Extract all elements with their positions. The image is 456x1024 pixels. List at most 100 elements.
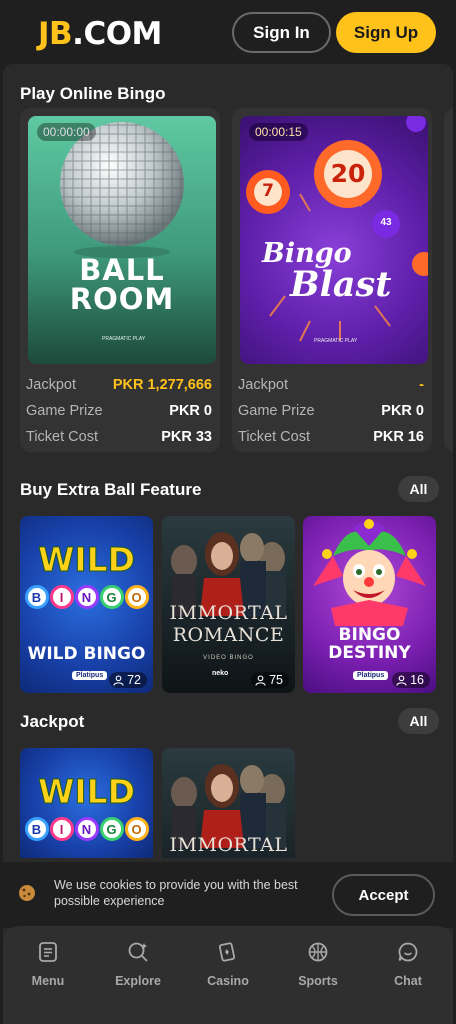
player-count-value: 72	[127, 673, 141, 687]
game-prize-label: Game Prize	[238, 403, 315, 419]
countdown-timer: 00:00:00	[37, 123, 96, 141]
chat-icon	[398, 942, 418, 962]
nav-item-sports[interactable]: Sports	[278, 940, 358, 1000]
player-count: 16	[392, 672, 430, 688]
accept-cookies-button[interactable]: Accept	[332, 874, 435, 916]
ticket-cost-row: Ticket Cost PKR 16	[238, 429, 424, 445]
countdown-timer: 00:00:15	[249, 123, 308, 141]
ticket-cost-value: PKR 33	[161, 429, 212, 445]
bingo-ball-g: G	[99, 585, 124, 609]
explore-icon	[128, 942, 148, 962]
bingo-blast-artwork: 00:00:15 20 7 43 Bingo Blast PRAGMATIC P…	[240, 116, 428, 364]
bingo-ball-n: N	[74, 585, 99, 609]
menu-icon	[39, 942, 57, 962]
ticket-cost-row: Ticket Cost PKR 33	[26, 429, 212, 445]
cookie-message: We use cookies to provide you with the b…	[54, 878, 298, 908]
bingo-ball-b: B	[24, 817, 49, 841]
game-art-title-line2: ROMANCE	[172, 624, 285, 646]
nav-item-menu[interactable]: Menu	[8, 940, 88, 1000]
sign-up-button[interactable]: Sign Up	[336, 12, 436, 53]
bingo-ball-o: O	[124, 585, 149, 609]
jester-art	[313, 519, 426, 626]
game-art-title-line2: Blast	[290, 264, 392, 305]
studio-logo: PRAGMATIC PLAY	[102, 336, 146, 342]
bingo-ball-b: B	[24, 585, 49, 609]
player-count: 72	[109, 672, 147, 688]
user-icon	[396, 674, 407, 686]
disco-ball-icon	[60, 122, 184, 258]
game-prize-label: Game Prize	[26, 403, 103, 419]
provider-badge: Platipus	[72, 671, 108, 680]
ball-number-small: 7	[262, 181, 274, 201]
game-prize-value: PKR 0	[381, 403, 424, 419]
header: JB.COM Sign In Sign Up	[0, 0, 456, 64]
user-icon	[255, 674, 266, 686]
bingo-balls-row: B I N G O	[22, 817, 151, 841]
logo-jb: JB	[38, 16, 73, 52]
game-tile-immortal-romance[interactable]: IMMORTAL ROMANCE VIDEO BINGO neko 75	[162, 516, 295, 693]
wild-art-word: WILD	[37, 772, 136, 812]
characters-art	[171, 764, 286, 848]
user-icon	[113, 674, 124, 686]
bingo-balls-row: B I N G O	[22, 585, 151, 609]
jackpot-tile-immortal-romance[interactable]: IMMORTAL	[162, 748, 295, 858]
ballroom-artwork: 00:00:00 BALL ROOM PRAGMATIC PLAY	[28, 116, 216, 364]
nav-item-casino[interactable]: Casino	[188, 940, 268, 1000]
game-prize-value: PKR 0	[169, 403, 212, 419]
jackpot-row: Jackpot PKR 1,277,666	[26, 377, 212, 393]
cookie-icon	[18, 884, 36, 908]
buy-extra-ball-all-button[interactable]: All	[398, 476, 439, 502]
page: JB.COM Sign In Sign Up Play Online Bingo	[0, 0, 456, 1024]
game-name: WILD BINGO	[27, 644, 146, 664]
ticket-cost-label: Ticket Cost	[26, 429, 98, 445]
game-art-title-line1: BINGO	[338, 625, 401, 645]
jackpot-row: Jackpot -	[238, 377, 424, 393]
game-subtitle: VIDEO BINGO	[203, 655, 254, 661]
jackpot-tile-wild-bingo[interactable]: WILD B I N G O	[20, 748, 153, 858]
game-art-title-line1: BALL	[79, 253, 165, 287]
ball-number-big: 20	[330, 159, 366, 188]
nav-item-explore[interactable]: Explore	[98, 940, 178, 1000]
jackpot-all-button[interactable]: All	[398, 708, 439, 734]
jackpot-value: -	[419, 377, 424, 393]
nav-label: Chat	[394, 974, 422, 988]
game-art-title-line1: IMMORTAL	[169, 834, 288, 856]
game-tile-bingo-destiny[interactable]: BINGO DESTINY Platipus 16	[303, 516, 436, 693]
section-title-jackpot: Jackpot	[20, 712, 85, 731]
game-art-title-line2: ROOM	[69, 282, 175, 316]
nav-item-chat[interactable]: Chat	[368, 940, 448, 1000]
casino-icon	[218, 942, 236, 962]
nav-label: Explore	[115, 974, 161, 988]
jackpot-label: Jackpot	[26, 377, 76, 393]
next-card-peek[interactable]	[444, 108, 453, 452]
bottom-navigation: Menu Explore Casino Sports Chat	[3, 926, 453, 1024]
player-count-value: 75	[269, 673, 283, 687]
jackpot-value: PKR 1,277,666	[112, 377, 212, 393]
player-count: 75	[251, 672, 289, 688]
nav-label: Casino	[207, 974, 249, 988]
ticket-cost-value: PKR 16	[373, 429, 424, 445]
game-tile-wild-bingo[interactable]: WILD B I N G O WILD BINGO Platipus 72	[20, 516, 153, 693]
main-content: Play Online Bingo 00:00:00 BALL ROOM PRA…	[3, 64, 453, 964]
ball-number-tiny: 43	[380, 217, 392, 228]
bingo-ball-i: I	[49, 817, 74, 841]
nav-label: Sports	[298, 974, 338, 988]
bingo-card-bingo-blast[interactable]: 00:00:15 20 7 43 Bingo Blast PRAGMATIC P…	[232, 108, 432, 452]
cookie-banner: We use cookies to provide you with the b…	[0, 862, 456, 928]
game-art-title-line2: DESTINY	[328, 643, 411, 663]
characters-art	[171, 532, 286, 616]
bingo-ball-i: I	[49, 585, 74, 609]
sign-in-button[interactable]: Sign In	[232, 12, 331, 53]
logo-com: .COM	[72, 16, 162, 52]
player-count-value: 16	[410, 673, 424, 687]
provider-badge: Platipus	[353, 671, 389, 680]
section-title-buy-extra-ball: Buy Extra Ball Feature	[20, 480, 202, 499]
bingo-ball-o: O	[124, 817, 149, 841]
section-title-play-online-bingo: Play Online Bingo	[20, 84, 166, 103]
bingo-card-ballroom[interactable]: 00:00:00 BALL ROOM PRAGMATIC PLAY Jackpo…	[20, 108, 220, 452]
nav-label: Menu	[31, 974, 65, 988]
game-prize-row: Game Prize PKR 0	[238, 403, 424, 419]
jb-logo[interactable]: JB.COM	[38, 16, 162, 52]
bingo-ball-n: N	[74, 817, 99, 841]
game-art-title-line1: IMMORTAL	[169, 602, 288, 624]
